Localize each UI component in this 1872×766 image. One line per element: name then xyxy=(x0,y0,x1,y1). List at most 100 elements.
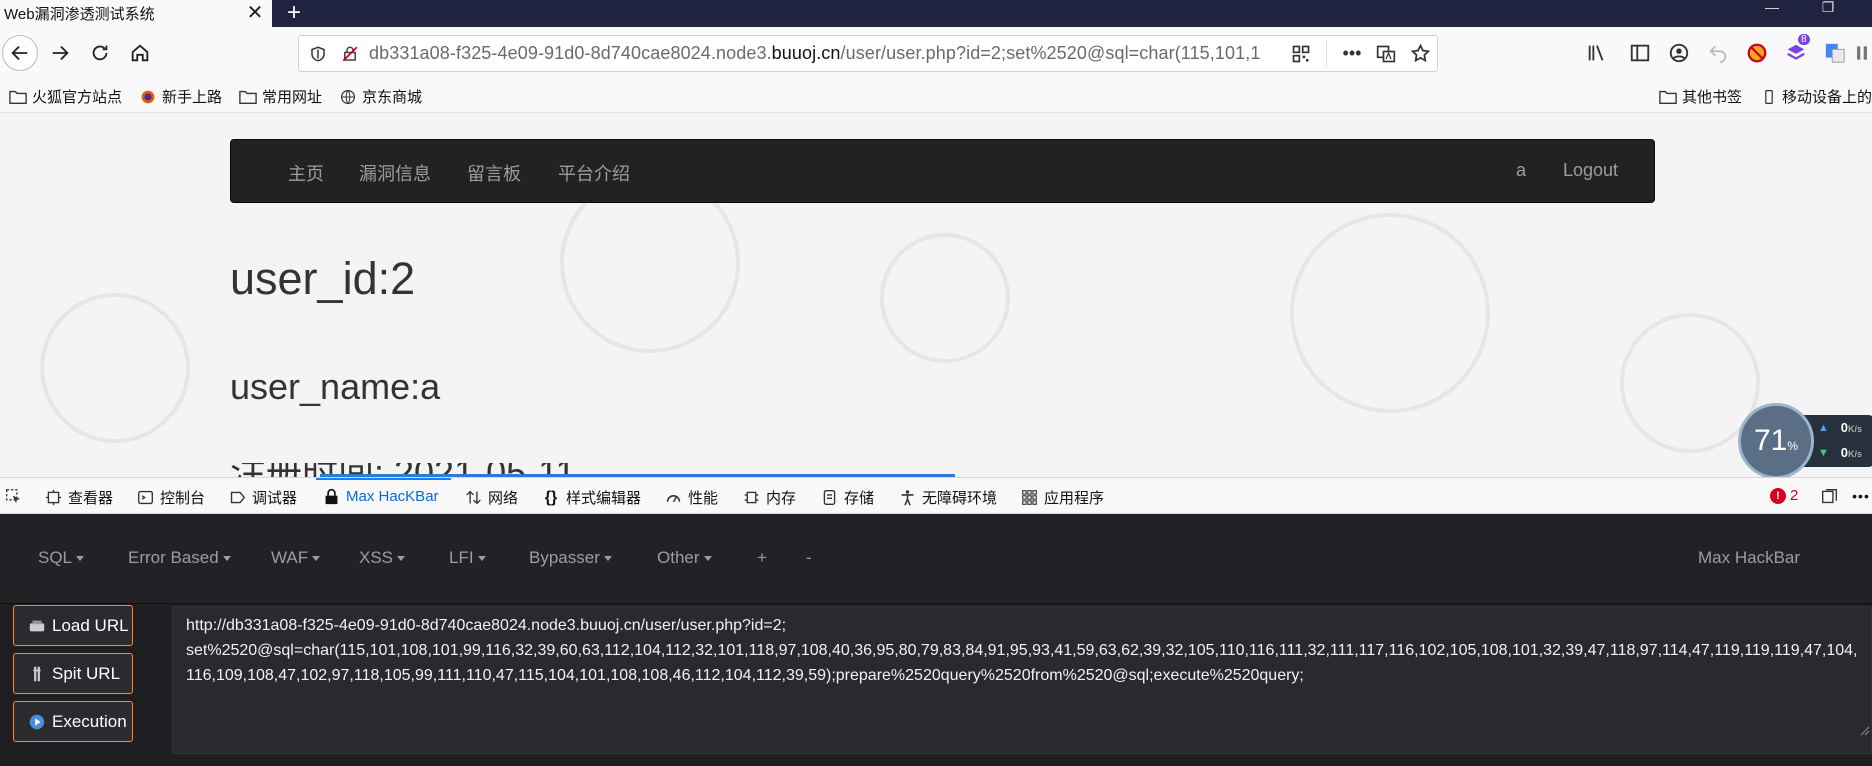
devtools-tab-accessibility[interactable]: 无障碍环境 xyxy=(898,487,997,508)
bookmark-item[interactable]: 新手上路 xyxy=(138,86,222,107)
dock-toggle-button[interactable] xyxy=(1820,487,1844,505)
extension-icon[interactable]: 8 xyxy=(1781,34,1811,68)
devtools-tab-debugger[interactable]: 调试器 xyxy=(228,487,297,508)
translate-icon[interactable] xyxy=(1369,39,1403,69)
reload-button[interactable] xyxy=(82,35,118,71)
devtools-tab-memory[interactable]: 内存 xyxy=(742,487,796,508)
bookmark-item[interactable]: 火狐官方站点 xyxy=(8,86,122,107)
undo-icon[interactable] xyxy=(1703,38,1733,68)
memory-usage-ring: 71% xyxy=(1738,403,1814,479)
menu-label: Error Based xyxy=(128,548,219,567)
firefox-icon xyxy=(138,88,158,106)
network-speed-widget[interactable]: ▲ 0K/s ▼ 0K/s 71% xyxy=(1738,401,1872,481)
download-rate: 0 xyxy=(1840,445,1848,460)
page-actions-button[interactable]: ••• xyxy=(1335,39,1369,69)
tab-label: 内存 xyxy=(766,490,797,507)
back-button[interactable] xyxy=(2,35,38,71)
devtools-tab-network[interactable]: 网络 xyxy=(464,487,518,508)
minimize-window-button[interactable]: — xyxy=(1752,0,1792,27)
hackbar-menu-error-based[interactable]: Error Based xyxy=(128,548,231,568)
storage-icon xyxy=(820,489,838,507)
nav-link-vulnerabilities[interactable]: 漏洞信息 xyxy=(359,160,431,186)
nav-link-about[interactable]: 平台介绍 xyxy=(558,160,630,186)
tab-label: Max HacKBar xyxy=(346,487,439,505)
caret-down-icon xyxy=(222,556,231,562)
bookmark-item[interactable]: 常用网址 xyxy=(238,86,322,107)
devtools-tab-console[interactable]: 控制台 xyxy=(136,487,205,508)
menu-label: SQL xyxy=(38,548,73,567)
usage-percent-sign: % xyxy=(1787,439,1799,453)
qr-code-icon[interactable] xyxy=(1284,39,1318,69)
sidebar-icon[interactable] xyxy=(1625,38,1655,68)
account-icon[interactable] xyxy=(1664,38,1694,68)
bookmark-item[interactable]: 移动设备上的书 xyxy=(1760,86,1872,107)
devtools-tab-max-hackbar[interactable]: Max HacKBar xyxy=(322,487,439,505)
upload-unit: K/s xyxy=(1847,424,1862,434)
inspector-icon xyxy=(44,489,62,507)
element-picker-button[interactable] xyxy=(4,487,28,505)
nav-link-message-board[interactable]: 留言板 xyxy=(467,160,521,186)
url-prefix: db331a08-f325-4e09-91d0-8d740cae8024.nod… xyxy=(369,43,772,63)
google-translate-icon[interactable] xyxy=(1820,38,1850,68)
hackbar-panel: SQL Error Based WAF XSS LFI Bypasser Oth… xyxy=(0,514,1872,766)
hackbar-menu-xss[interactable]: XSS xyxy=(359,548,406,568)
bookmark-item[interactable]: 其他书签 xyxy=(1658,86,1742,107)
insecure-lock-icon[interactable] xyxy=(337,41,363,67)
url-bar[interactable]: db331a08-f325-4e09-91d0-8d740cae8024.nod… xyxy=(298,35,1438,72)
hackbar-menu-waf[interactable]: WAF xyxy=(271,548,321,568)
forward-button[interactable] xyxy=(42,35,78,71)
menu-label: WAF xyxy=(271,548,309,567)
shield-icon[interactable] xyxy=(305,41,331,67)
url-text: db331a08-f325-4e09-91d0-8d740cae8024.nod… xyxy=(369,43,1284,64)
home-icon xyxy=(131,44,149,62)
devtools-tab-storage[interactable]: 存储 xyxy=(820,487,874,508)
background-gear-decoration xyxy=(40,293,190,443)
restore-window-button[interactable]: ❐ xyxy=(1808,0,1848,27)
devtools-tab-application[interactable]: 应用程序 xyxy=(1020,487,1104,508)
devtools-tab-style-editor[interactable]: {} 样式编辑器 xyxy=(542,487,641,508)
browser-tab[interactable]: Web漏洞渗透测试系统 ✕ xyxy=(0,0,272,27)
home-button[interactable] xyxy=(122,35,158,71)
hackbar-menu-sql[interactable]: SQL xyxy=(38,548,85,568)
library-icon[interactable] xyxy=(1582,38,1612,68)
active-tab-indicator xyxy=(316,478,451,480)
load-url-button[interactable]: Load URL xyxy=(13,605,133,646)
bookmark-label: 火狐官方站点 xyxy=(32,89,123,106)
play-circle-icon xyxy=(28,713,46,731)
hackbar-menu: SQL Error Based WAF XSS LFI Bypasser Oth… xyxy=(0,514,1872,604)
execution-button[interactable]: Execution xyxy=(13,701,133,742)
devtools-toolbar: 查看器 控制台 调试器 Max HacKBar 网络 {} 样式编辑器 性能 内… xyxy=(0,477,1872,514)
caret-down-icon xyxy=(76,556,85,562)
menu-label: XSS xyxy=(359,548,394,567)
nav-link-logout[interactable]: Logout xyxy=(1563,160,1618,181)
url-path: /user/user.php?id=2;set%2520@sql=char(11… xyxy=(840,43,1261,63)
hackbar-menu-lfi[interactable]: LFI xyxy=(449,548,486,568)
caret-down-icon xyxy=(603,556,612,562)
split-url-button[interactable]: Spit URL xyxy=(13,653,133,694)
hackbar-add-button[interactable]: + xyxy=(757,548,767,568)
folder-icon xyxy=(238,88,258,106)
hackbar-url-textarea[interactable] xyxy=(172,606,1872,754)
blocker-extension-icon[interactable] xyxy=(1742,38,1772,68)
devtools-tab-inspector[interactable]: 查看器 xyxy=(44,487,113,508)
caret-down-icon xyxy=(703,556,712,562)
hackbar-menu-bypasser[interactable]: Bypasser xyxy=(529,548,612,568)
devtools-tab-performance[interactable]: 性能 xyxy=(664,487,718,508)
bookmark-item[interactable]: 京东商城 xyxy=(338,86,422,107)
resize-grip-icon[interactable] xyxy=(1858,724,1870,736)
memory-chip-icon xyxy=(742,489,760,507)
overflow-menu-icon[interactable] xyxy=(1852,38,1872,68)
bookmark-star-icon[interactable] xyxy=(1403,39,1437,69)
devtools-more-button[interactable]: ••• xyxy=(1852,487,1872,505)
close-tab-icon[interactable]: ✕ xyxy=(244,0,266,27)
nav-link-home[interactable]: 主页 xyxy=(288,160,324,186)
network-arrows-icon xyxy=(464,489,482,507)
new-tab-button[interactable]: + xyxy=(280,0,308,27)
url-host: buuoj.cn xyxy=(771,43,841,63)
error-count-badge[interactable]: ! 2 xyxy=(1770,487,1798,504)
tab-label: 性能 xyxy=(688,490,719,507)
hackbar-remove-button[interactable]: - xyxy=(806,548,812,568)
nav-link-user[interactable]: a xyxy=(1516,160,1526,181)
hackbar-menu-other[interactable]: Other xyxy=(657,548,712,568)
tab-label: 无障碍环境 xyxy=(922,490,998,507)
